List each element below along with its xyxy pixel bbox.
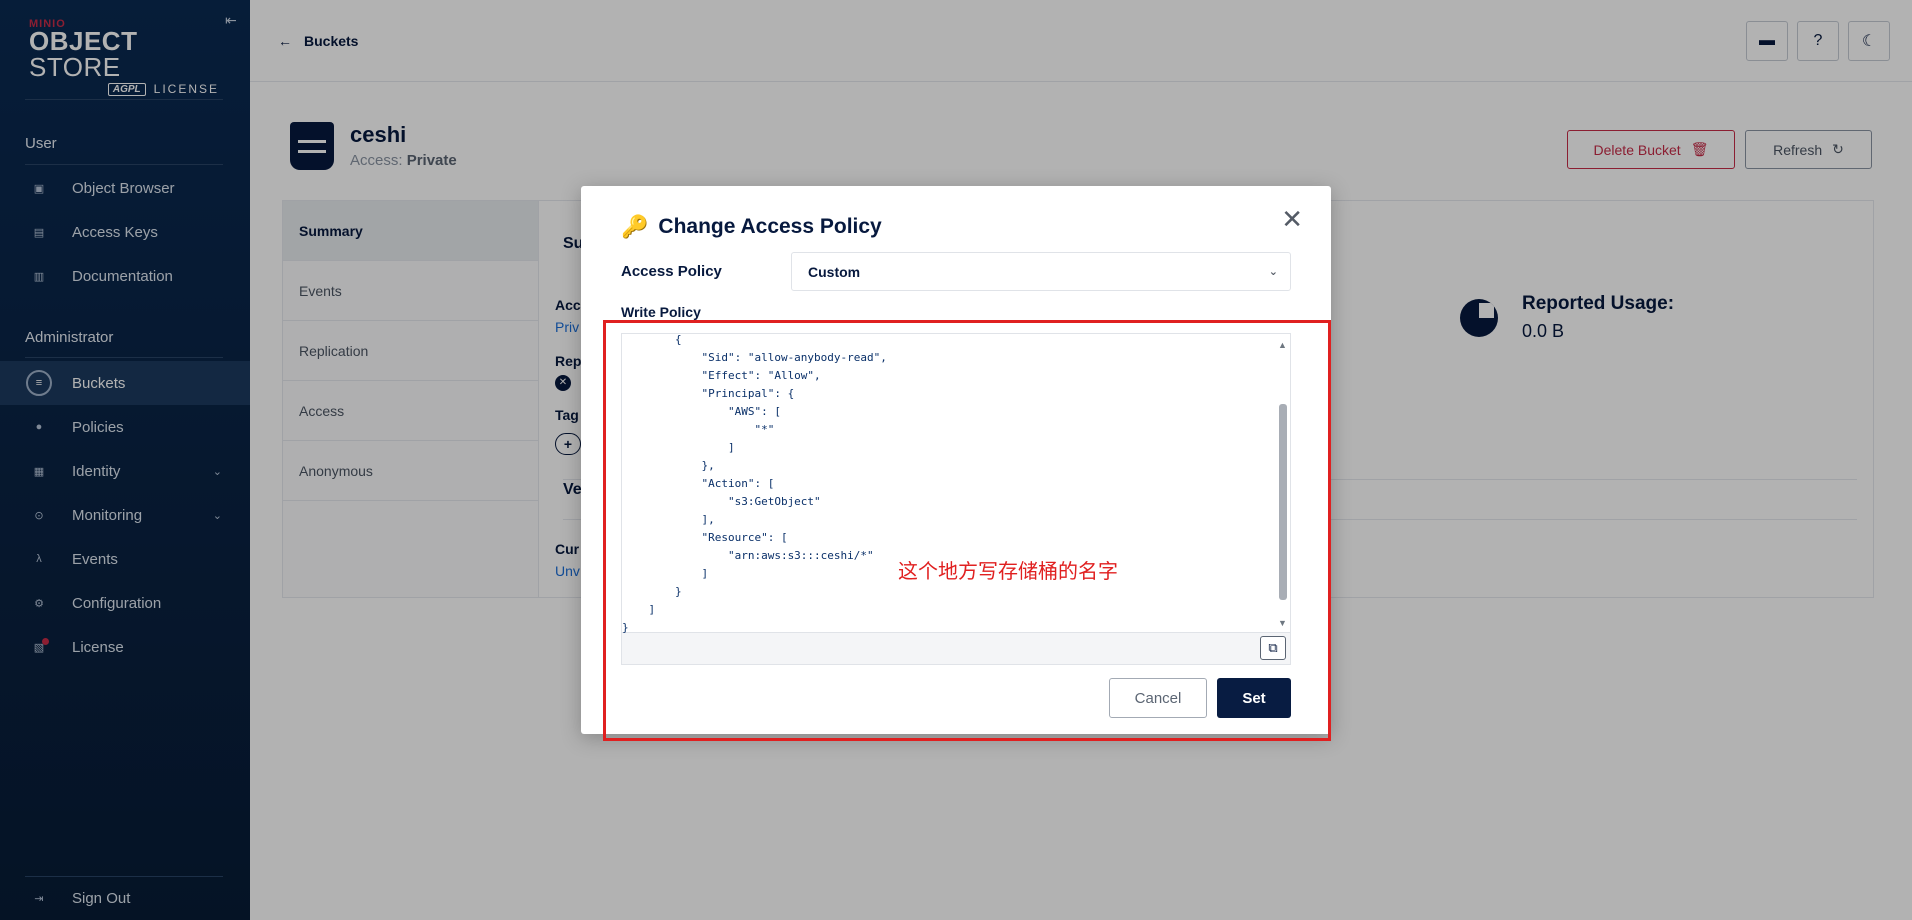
annotation-note: 这个地方写存储桶的名字 [898,559,1118,583]
modal-title: 🔑 Change Access Policy [621,214,882,240]
annotation-highlight-box [603,320,1331,741]
access-policy-value: Custom [808,263,861,280]
modal-title-text: Change Access Policy [658,215,882,238]
chevron-down-icon: ⌄ [1268,266,1278,278]
key-icon: 🔑 [621,214,649,239]
close-icon[interactable]: ✕ [1281,204,1303,235]
access-policy-label: Access Policy [621,263,722,280]
write-policy-label: Write Policy [621,304,701,320]
access-policy-select[interactable]: Custom ⌄ [791,252,1291,291]
